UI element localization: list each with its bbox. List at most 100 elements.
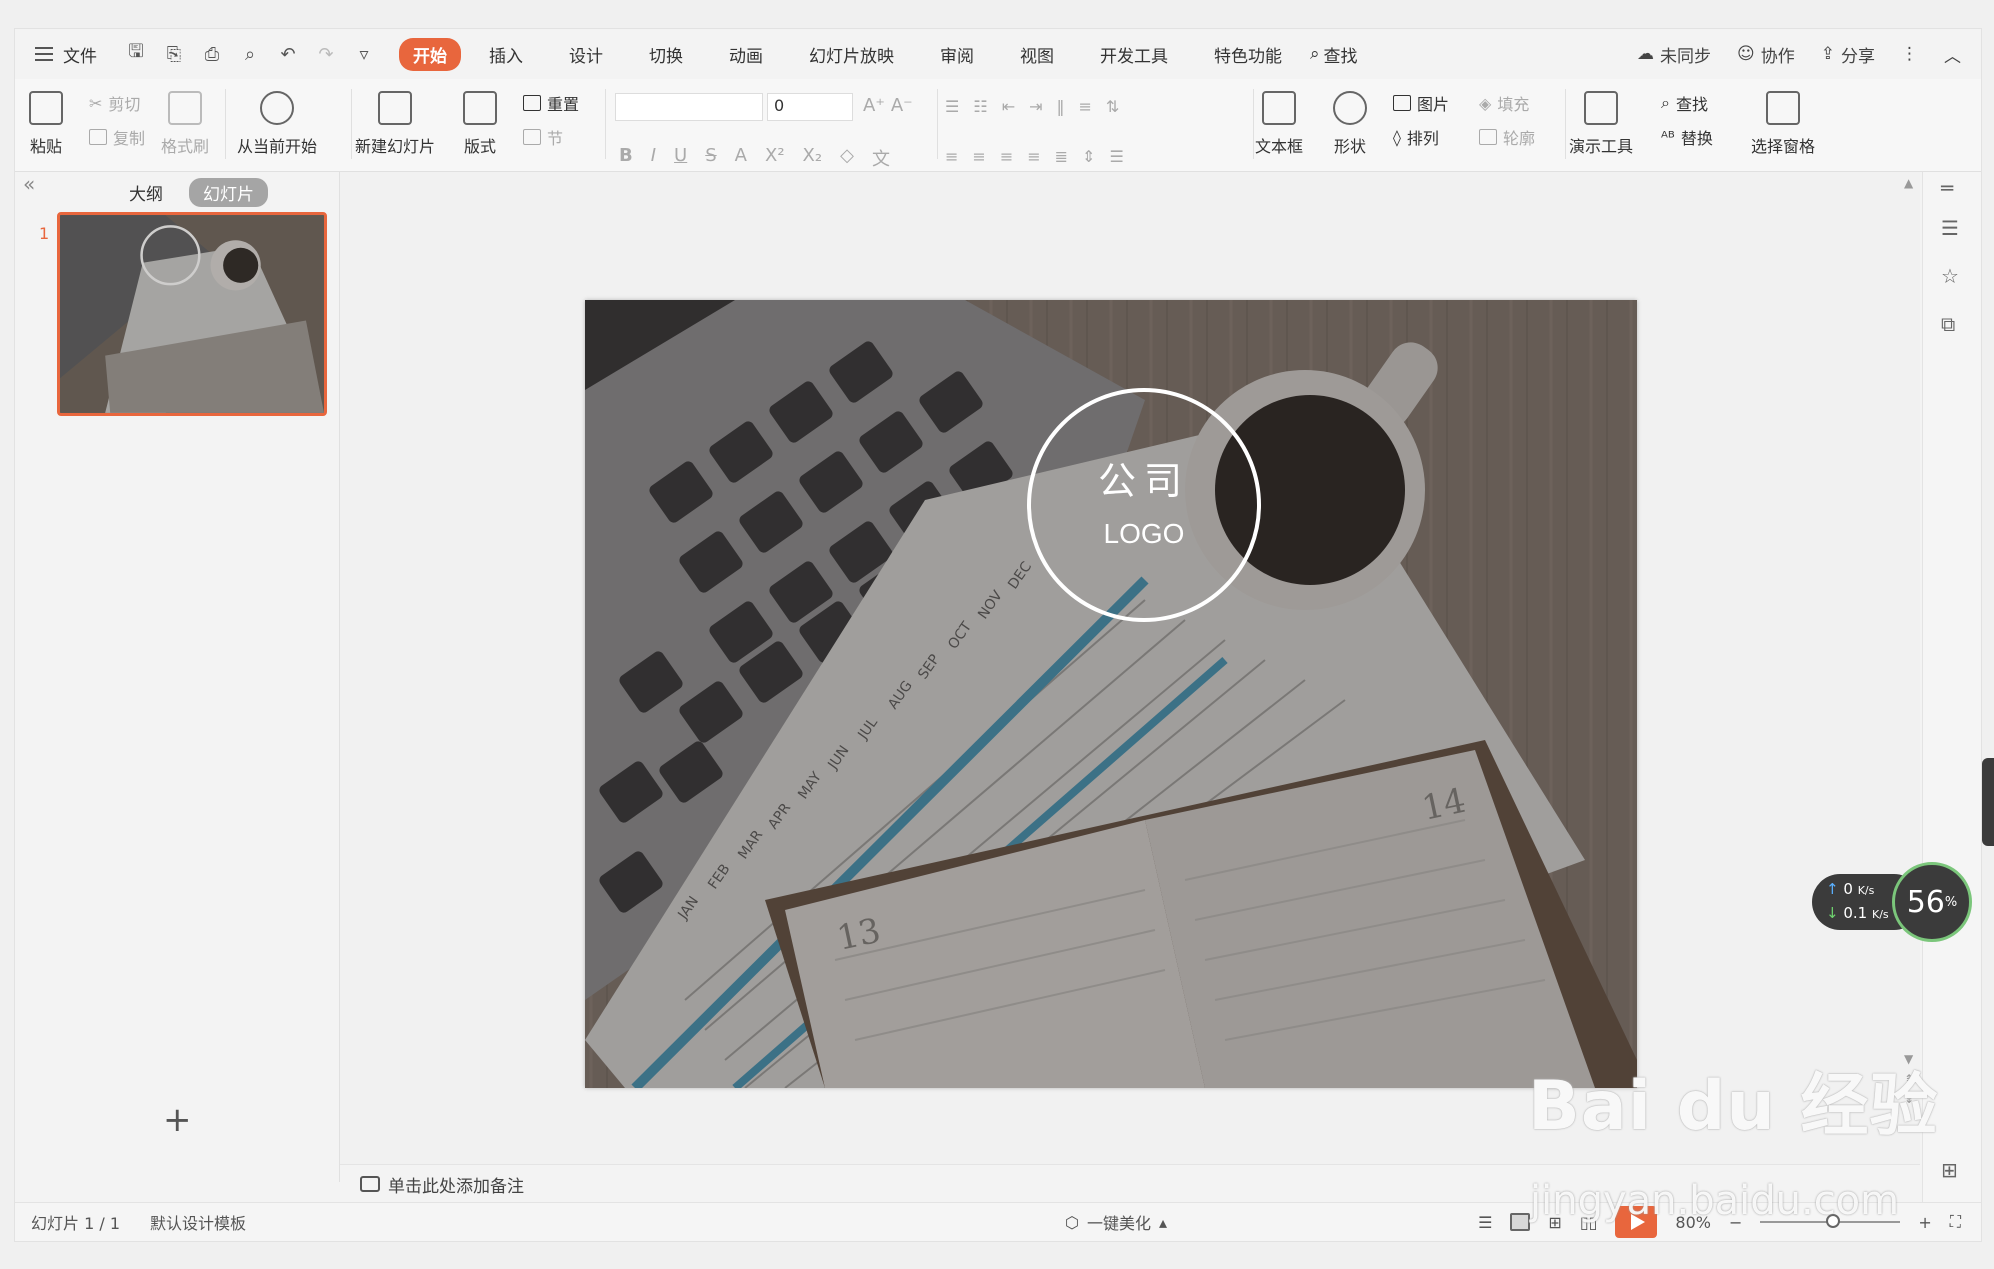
tab-home[interactable]: 开始: [399, 37, 461, 71]
bullets-icon[interactable]: ☰: [945, 97, 959, 116]
justify-icon[interactable]: ≡: [1027, 147, 1040, 166]
search-command[interactable]: ⌕ 查找: [1310, 42, 1358, 67]
grow-font-icon[interactable]: A⁺: [863, 95, 885, 116]
scroll-up-icon[interactable]: ▲: [1904, 176, 1913, 190]
font-color-button[interactable]: A: [735, 145, 747, 171]
vertical-scrollbar[interactable]: ▲ ▼ ⇞ ⇟: [1900, 172, 1920, 1164]
section-button[interactable]: 节: [523, 125, 563, 149]
strikethrough-button[interactable]: S: [705, 145, 716, 171]
zoom-in-icon[interactable]: +: [1918, 1213, 1931, 1232]
outline-button[interactable]: 轮廓: [1479, 125, 1535, 149]
align-right-icon[interactable]: ≡: [1000, 147, 1013, 166]
save-icon[interactable]: 🖫: [125, 39, 147, 69]
collapse-pane-icon[interactable]: «: [23, 172, 35, 196]
paste-button[interactable]: 粘贴: [29, 91, 63, 157]
shrink-font-icon[interactable]: A⁻: [891, 95, 913, 116]
eraser-icon[interactable]: ◇: [840, 145, 854, 171]
share-button[interactable]: ⇪ 分享: [1821, 42, 1875, 67]
add-slide-button[interactable]: +: [163, 1100, 192, 1140]
replace-button[interactable]: ᴬᴮ 替换: [1661, 125, 1713, 149]
tab-developer[interactable]: 开发工具: [1082, 38, 1186, 71]
shape-button[interactable]: 形状: [1333, 91, 1367, 157]
arrange-button[interactable]: ◊ 排列: [1393, 125, 1439, 149]
star-icon[interactable]: ☆: [1941, 264, 1959, 288]
increase-indent-icon[interactable]: ⇥: [1029, 97, 1042, 116]
transform-icon[interactable]: ⧉: [1941, 312, 1955, 336]
comment-icon: [360, 1176, 380, 1192]
slide-1[interactable]: JAN FEB MAR APR MAY JUN JUL AUG SEP OCT …: [585, 300, 1637, 1088]
fill-button[interactable]: ◈ 填充: [1479, 91, 1529, 115]
tab-features[interactable]: 特色功能: [1196, 38, 1300, 71]
distribute-icon[interactable]: ≣: [1055, 147, 1068, 166]
layout-button[interactable]: 版式: [463, 91, 497, 157]
cut-button[interactable]: ✂ 剪切: [89, 91, 140, 115]
settings-sliders-icon[interactable]: ☰: [1941, 216, 1959, 240]
italic-button[interactable]: I: [651, 145, 656, 171]
text-box-button[interactable]: 文本框: [1255, 91, 1303, 157]
tab-transitions[interactable]: 切换: [631, 38, 701, 71]
phonetic-icon[interactable]: 文: [872, 145, 890, 171]
new-slide-button[interactable]: 新建幻灯片: [355, 91, 435, 157]
present-tool-button[interactable]: 演示工具: [1569, 91, 1633, 157]
slide-thumbnail[interactable]: [57, 212, 327, 416]
logo-circle[interactable]: 公司 LOGO: [1027, 388, 1261, 622]
output-icon[interactable]: ⎘: [163, 44, 185, 65]
picture-button[interactable]: 图片: [1393, 91, 1449, 115]
columns-icon[interactable]: ‖: [1057, 97, 1065, 116]
format-painter-button[interactable]: 格式刷: [161, 91, 209, 157]
template-name[interactable]: 默认设计模板: [150, 1210, 246, 1234]
download-unit: K/s: [1872, 908, 1889, 921]
text-format-row: B I U S A X² X₂ ◇ 文: [619, 145, 890, 171]
grid-icon[interactable]: ⊞: [1941, 1158, 1958, 1182]
fit-window-icon[interactable]: ⛶: [1950, 1212, 1961, 1232]
paragraph-spacing-icon[interactable]: ☰: [1109, 147, 1123, 166]
select-pane-icon: [1766, 91, 1800, 125]
reset-button[interactable]: 重置: [523, 91, 579, 115]
ribbon-divider: [937, 89, 938, 159]
select-pane-button[interactable]: 选择窗格: [1751, 91, 1815, 157]
network-speed-widget[interactable]: ↑ 0 K/s ↓ 0.1 K/s 56%: [1812, 862, 1972, 942]
collapse-ribbon-icon[interactable]: ︿: [1944, 42, 1961, 67]
line-spacing-icon[interactable]: ≡: [1079, 97, 1092, 116]
find-button[interactable]: ⌕ 查找: [1661, 91, 1708, 115]
floating-side-handle[interactable]: [1982, 758, 1994, 846]
bold-button[interactable]: B: [619, 145, 633, 171]
vertical-align-icon[interactable]: ⇕: [1082, 147, 1095, 166]
collab-button[interactable]: ☺ 协作: [1737, 42, 1795, 67]
customize-icon[interactable]: ▿: [353, 44, 375, 65]
print-icon[interactable]: ⎙: [201, 44, 223, 65]
normal-view-icon[interactable]: [1510, 1213, 1531, 1231]
print-preview-icon[interactable]: ⌕: [239, 44, 261, 65]
tab-animations[interactable]: 动画: [711, 38, 781, 71]
superscript-button[interactable]: X²: [765, 145, 785, 171]
align-left-icon[interactable]: ≡: [945, 147, 958, 166]
tab-slides[interactable]: 幻灯片: [189, 178, 268, 207]
tab-design[interactable]: 设计: [551, 38, 621, 71]
decrease-indent-icon[interactable]: ⇤: [1002, 97, 1015, 116]
ribbon: 粘贴 ✂ 剪切 复制 格式刷 从当前开始 新建幻灯片 版式 重置 节 0 A⁺ A…: [15, 79, 1981, 172]
beautify-button[interactable]: ⬡ 一键美化 ▴: [1065, 1210, 1167, 1234]
tab-outline[interactable]: 大纲: [115, 178, 177, 207]
text-direction-icon[interactable]: ⇅: [1106, 97, 1119, 116]
search-label: 查找: [1323, 46, 1358, 67]
copy-button[interactable]: 复制: [89, 125, 145, 149]
from-current-button[interactable]: 从当前开始: [237, 91, 317, 157]
tab-review[interactable]: 审阅: [922, 38, 992, 71]
font-size-select[interactable]: 0: [767, 93, 853, 121]
reset-icon: [523, 95, 541, 111]
tab-insert[interactable]: 插入: [471, 38, 541, 71]
undo-icon[interactable]: ↶: [277, 44, 299, 65]
more-icon[interactable]: ⋮: [1901, 44, 1918, 64]
font-family-select[interactable]: [615, 93, 763, 121]
sidebar-handle-icon[interactable]: ═: [1941, 176, 1953, 200]
redo-icon[interactable]: ↷: [315, 44, 337, 65]
tab-view[interactable]: 视图: [1002, 38, 1072, 71]
subscript-button[interactable]: X₂: [803, 145, 823, 171]
notes-toggle-icon[interactable]: ☰: [1478, 1213, 1492, 1232]
sync-button[interactable]: ☁ 未同步: [1637, 42, 1711, 67]
numbering-icon[interactable]: ☷: [973, 97, 987, 116]
tab-slideshow[interactable]: 幻灯片放映: [791, 38, 912, 71]
align-center-icon[interactable]: ≡: [972, 147, 985, 166]
file-menu[interactable]: 文件: [35, 42, 97, 67]
underline-button[interactable]: U: [674, 145, 687, 171]
